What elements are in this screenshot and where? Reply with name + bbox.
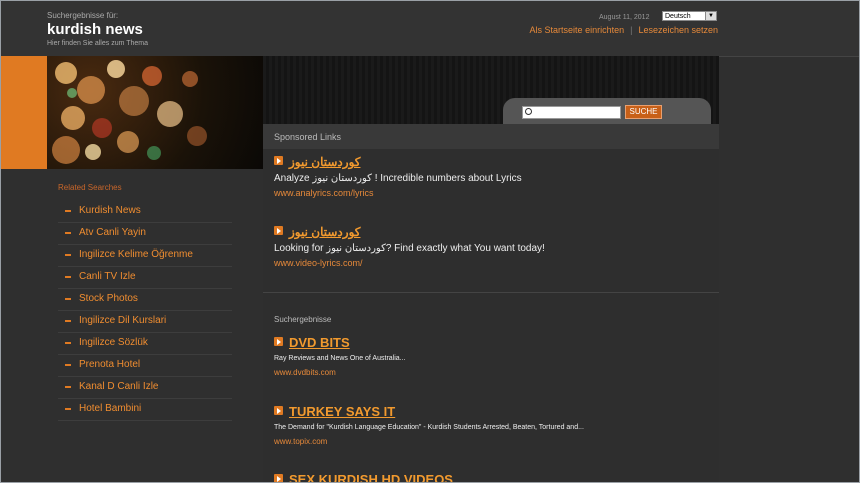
related-search-label[interactable]: Ingilizce Dil Kurslari [79, 315, 166, 326]
search-result: SEX KURDISH HD VIDEOS [274, 472, 453, 482]
result-description: The Demand for "Kurdish Language Educati… [274, 424, 584, 431]
ad-description: Looking for كوردستان نيوز? Find exactly … [274, 243, 545, 254]
related-search-label[interactable]: Kurdish News [79, 205, 141, 216]
accent-block [1, 56, 47, 169]
bullet-icon [65, 276, 71, 278]
search-result: TURKEY SAYS IT The Demand for "Kurdish L… [274, 404, 584, 446]
related-search-item[interactable]: Ingilizce Kelime Öğrenme [58, 245, 232, 267]
result-title-link[interactable]: TURKEY SAYS IT [274, 404, 584, 419]
bullet-icon [65, 210, 71, 212]
related-searches-list: Kurdish News Atv Canli Yayin Ingilizce K… [58, 201, 232, 421]
related-search-item[interactable]: Stock Photos [58, 289, 232, 311]
bookmark-link[interactable]: Lesezeichen setzen [638, 25, 718, 35]
date-label: August 11, 2012 [599, 14, 650, 21]
related-search-item[interactable]: Kanal D Canli Izle [58, 377, 232, 399]
ad-title-link[interactable]: كوردستان نيوز [274, 155, 522, 169]
related-search-label[interactable]: Ingilizce Sözlük [79, 337, 148, 348]
result-title-link[interactable]: SEX KURDISH HD VIDEOS [274, 472, 453, 482]
related-search-label[interactable]: Atv Canli Yayin [79, 227, 146, 238]
result-url-link[interactable]: www.topix.com [274, 437, 584, 446]
language-value: Deutsch [665, 13, 691, 20]
bullet-icon [65, 364, 71, 366]
search-bar: SUCHE [503, 98, 711, 126]
related-search-label[interactable]: Hotel Bambini [79, 403, 141, 414]
bullet-icon [65, 342, 71, 344]
ad-description: Analyze كوردستان نيوز ! Incredible numbe… [274, 173, 522, 184]
related-search-item[interactable]: Prenota Hotel [58, 355, 232, 377]
browser-frame: Suchergebnisse für: kurdish news Hier fi… [0, 0, 860, 483]
page-title: kurdish news [47, 21, 143, 38]
search-result: DVD BITS Ray Reviews and News One of Aus… [274, 335, 406, 377]
related-search-item[interactable]: Ingilizce Dil Kurslari [58, 311, 232, 333]
bullet-icon [65, 408, 71, 410]
chevron-down-icon[interactable]: ▼ [705, 12, 716, 20]
sponsored-ad: كوردستان نيوز Analyze كوردستان نيوز ! In… [274, 155, 522, 198]
related-search-label[interactable]: Prenota Hotel [79, 359, 140, 370]
related-search-item[interactable]: Hotel Bambini [58, 399, 232, 421]
header-image [47, 56, 263, 169]
page-subtitle: Hier finden Sie alles zum Thema [47, 40, 149, 47]
search-input[interactable] [522, 106, 621, 119]
results-heading: Suchergebnisse [274, 315, 332, 324]
related-search-label[interactable]: Stock Photos [79, 293, 138, 304]
search-icon [525, 108, 532, 115]
main-content: Sponsored Links كوردستان نيوز Analyze كو… [263, 124, 719, 482]
ad-title-link[interactable]: كوردستان نيوز [274, 225, 545, 239]
related-search-label[interactable]: Canli TV Izle [79, 271, 136, 282]
bullet-icon [65, 386, 71, 388]
bullet-icon [65, 320, 71, 322]
sidebar: Related Searches Kurdish News Atv Canli … [47, 169, 263, 482]
result-description: Ray Reviews and News One of Australia... [274, 355, 406, 362]
bullet-icon [65, 298, 71, 300]
related-search-item[interactable]: Kurdish News [58, 201, 232, 223]
set-homepage-link[interactable]: Als Startseite einrichten [530, 25, 625, 35]
result-title-link[interactable]: DVD BITS [274, 335, 406, 350]
bullet-icon [65, 232, 71, 234]
related-search-item[interactable]: Canli TV Izle [58, 267, 232, 289]
section-divider [263, 292, 719, 293]
related-search-item[interactable]: Atv Canli Yayin [58, 223, 232, 245]
bullet-icon [65, 254, 71, 256]
ad-url-link[interactable]: www.analyrics.com/lyrics [274, 188, 522, 198]
result-url-link[interactable]: www.dvdbits.com [274, 368, 406, 377]
search-button[interactable]: SUCHE [625, 105, 662, 119]
header-links: Als Startseite einrichten | Lesezeichen se… [530, 25, 718, 35]
search-results-for-label: Suchergebnisse für: [47, 11, 119, 20]
related-search-label[interactable]: Kanal D Canli Izle [79, 381, 158, 392]
sponsored-links-header: Sponsored Links [263, 124, 719, 149]
page-header: Suchergebnisse für: kurdish news Hier fi… [1, 1, 859, 57]
related-search-item[interactable]: Ingilizce Sözlük [58, 333, 232, 355]
language-select[interactable]: Deutsch ▼ [662, 11, 717, 21]
link-separator: | [630, 25, 633, 35]
ad-url-link[interactable]: www.video-lyrics.com/ [274, 258, 545, 268]
related-search-label[interactable]: Ingilizce Kelime Öğrenme [79, 249, 193, 260]
sponsored-links-title: Sponsored Links [274, 132, 342, 142]
sponsored-ad: كوردستان نيوز Looking for كوردستان نيوز?… [274, 225, 545, 268]
related-searches-title: Related Searches [58, 183, 122, 192]
